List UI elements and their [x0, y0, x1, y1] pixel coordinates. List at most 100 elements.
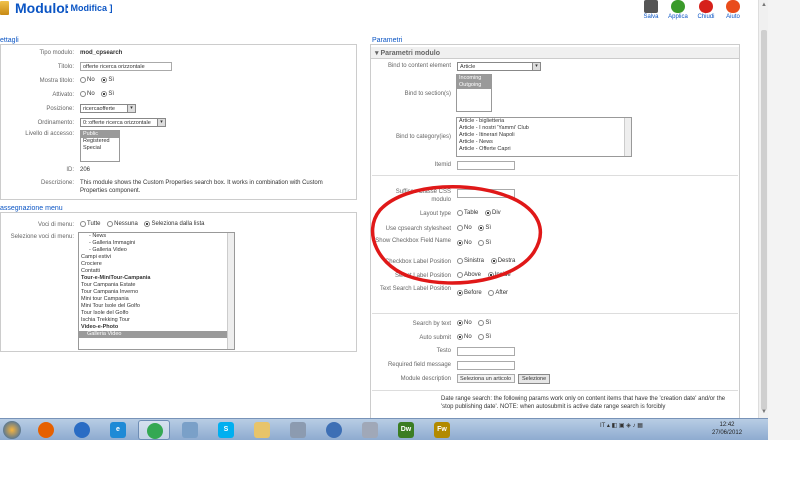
- scroll-down-icon[interactable]: ▼: [761, 409, 767, 415]
- page-scrollbar[interactable]: ▲ ▼: [758, 0, 768, 418]
- search-text-no-radio[interactable]: [457, 320, 463, 326]
- app-icon: [182, 422, 198, 438]
- list-item[interactable]: Galleria Video: [79, 331, 234, 338]
- module-description-input[interactable]: Seleziona un articolo: [457, 374, 515, 383]
- apply-button[interactable]: Applica: [663, 0, 693, 22]
- required-message-label: Required field message: [387, 362, 451, 368]
- scrollbar-thumb[interactable]: [761, 30, 767, 410]
- taskbar-app-button[interactable]: [246, 420, 278, 440]
- language-indicator[interactable]: IT: [600, 423, 605, 429]
- list-item[interactable]: Tour-e-MiniTour-Campania: [79, 275, 234, 282]
- select-article-button[interactable]: Selezione: [518, 374, 551, 384]
- list-item[interactable]: Public: [81, 131, 119, 138]
- list-item[interactable]: Outgoing: [457, 82, 491, 89]
- list-item[interactable]: Article - biglietteria: [457, 118, 631, 125]
- enabled-no-radio[interactable]: [80, 91, 86, 97]
- taskbar-app-button[interactable]: [66, 420, 98, 440]
- tools-icon: [362, 422, 378, 438]
- help-button[interactable]: Aiuto: [718, 0, 748, 22]
- thunderbird2-icon: [326, 422, 342, 438]
- show-title-no-radio[interactable]: [80, 77, 86, 83]
- show-title-label: Mostra titolo:: [39, 78, 74, 84]
- taskbar-app-button[interactable]: e: [102, 420, 134, 440]
- menu-all-radio[interactable]: [80, 221, 86, 227]
- params-subsection-header[interactable]: ▾ Parametri modulo: [371, 47, 739, 59]
- list-item[interactable]: Tour Isole del Golfo: [79, 310, 234, 317]
- apply-icon: [671, 0, 685, 13]
- title-input[interactable]: offerte ricerca orizzontale: [80, 62, 172, 71]
- list-item[interactable]: Tour Campania Estate: [79, 282, 234, 289]
- text-position-radios: Before After: [455, 290, 511, 297]
- list-item[interactable]: Tour Campania Inverno: [79, 289, 234, 296]
- bind-category-listbox[interactable]: Article - biglietteria Article - I nostr…: [456, 117, 632, 157]
- listbox-scrollbar[interactable]: [624, 118, 631, 156]
- system-tray: IT ▴ ◧ ▣ ◈ ♪ ▦: [600, 422, 643, 429]
- list-item[interactable]: Article - Offerte Capri: [457, 146, 631, 153]
- text-before-radio[interactable]: [457, 290, 463, 296]
- show-title-yes-radio[interactable]: [101, 77, 108, 83]
- taskbar-app-button[interactable]: [318, 420, 350, 440]
- listbox-scrollbar[interactable]: [227, 233, 234, 349]
- taskbar-app-button[interactable]: Dw: [390, 420, 422, 440]
- list-item[interactable]: Crociere: [79, 261, 234, 268]
- module-type-label: Tipo modulo:: [39, 50, 74, 56]
- menu-select-radio[interactable]: [144, 221, 151, 227]
- list-item[interactable]: Campi estivi: [79, 254, 234, 261]
- list-item[interactable]: Ischia Trekking Tour: [79, 317, 234, 324]
- auto-submit-yes-radio[interactable]: [478, 334, 485, 340]
- help-icon: [726, 0, 740, 13]
- close-button[interactable]: Chiudi: [691, 0, 721, 22]
- taskbar-app-button[interactable]: [138, 420, 170, 440]
- menu-none-radio[interactable]: [107, 221, 114, 227]
- taskbar-app-button[interactable]: Fw: [426, 420, 458, 440]
- bind-section-listbox[interactable]: Incoming Outgoing: [456, 74, 492, 112]
- start-button[interactable]: [3, 421, 21, 439]
- clock[interactable]: 12:42 27/06/2012: [712, 421, 742, 437]
- list-item[interactable]: Article - News: [457, 139, 631, 146]
- list-item[interactable]: Article - Itinerari Napoli: [457, 132, 631, 139]
- date-range-note: Date range search: the following params …: [441, 396, 726, 410]
- taskbar-app-button[interactable]: S: [210, 420, 242, 440]
- list-item[interactable]: Incoming: [457, 75, 491, 82]
- list-item[interactable]: Contatti: [79, 268, 234, 275]
- page-title: Modulo:: [15, 0, 70, 16]
- text-input[interactable]: [457, 347, 515, 356]
- access-level-listbox[interactable]: Public Registered Special: [80, 130, 120, 162]
- list-item[interactable]: Video-e-Photo: [79, 324, 234, 331]
- taskbar-app-button[interactable]: [174, 420, 206, 440]
- itemid-label: Itemid: [434, 162, 451, 168]
- taskbar-app-button[interactable]: [30, 420, 62, 440]
- position-select[interactable]: ricercaofferte ▾: [80, 104, 136, 113]
- auto-submit-no-radio[interactable]: [457, 334, 463, 340]
- clock-time: 12:42: [719, 422, 735, 428]
- text-after-radio[interactable]: [488, 290, 495, 296]
- bind-content-select[interactable]: Article ▾: [457, 62, 541, 71]
- menu-items-label: Voci di menu:: [37, 222, 74, 228]
- taskbar-app-button[interactable]: [354, 420, 386, 440]
- taskbar-app-button[interactable]: [282, 420, 314, 440]
- show-title-radios: No Sì: [78, 77, 117, 84]
- list-item[interactable]: - Galleria Video: [79, 247, 234, 254]
- list-item[interactable]: - News: [79, 233, 234, 240]
- list-item[interactable]: Mini tour Campania: [79, 296, 234, 303]
- thunderbird-icon: [74, 422, 90, 438]
- menu-selection-listbox[interactable]: - News - Galleria Immagini - Galleria Vide…: [78, 232, 235, 350]
- list-item[interactable]: Special: [81, 145, 119, 152]
- search-text-yes-radio[interactable]: [478, 320, 485, 326]
- enabled-yes-radio[interactable]: [101, 91, 108, 97]
- itemid-input[interactable]: [457, 161, 515, 170]
- module-type-value: mod_cpsearch: [80, 50, 123, 56]
- chrome-icon: [147, 423, 163, 439]
- list-item[interactable]: Mini Tour Isole del Golfo: [79, 303, 234, 310]
- tray-icons[interactable]: ▴ ◧ ▣ ◈ ♪ ▦: [607, 423, 643, 429]
- save-button[interactable]: Salva: [636, 0, 666, 22]
- list-item[interactable]: Article - I nostri 'Yammi' Club: [457, 125, 631, 132]
- scroll-up-icon[interactable]: ▲: [761, 2, 767, 8]
- module-icon: [0, 1, 9, 15]
- ordering-select[interactable]: 0::offerte ricerca orizzontale ▾: [80, 118, 166, 127]
- required-message-input[interactable]: [457, 361, 515, 370]
- list-item[interactable]: Registered: [81, 138, 119, 145]
- enabled-radios: No Sì: [78, 91, 117, 98]
- list-item[interactable]: - Galleria Immagini: [79, 240, 234, 247]
- divider: [372, 175, 738, 176]
